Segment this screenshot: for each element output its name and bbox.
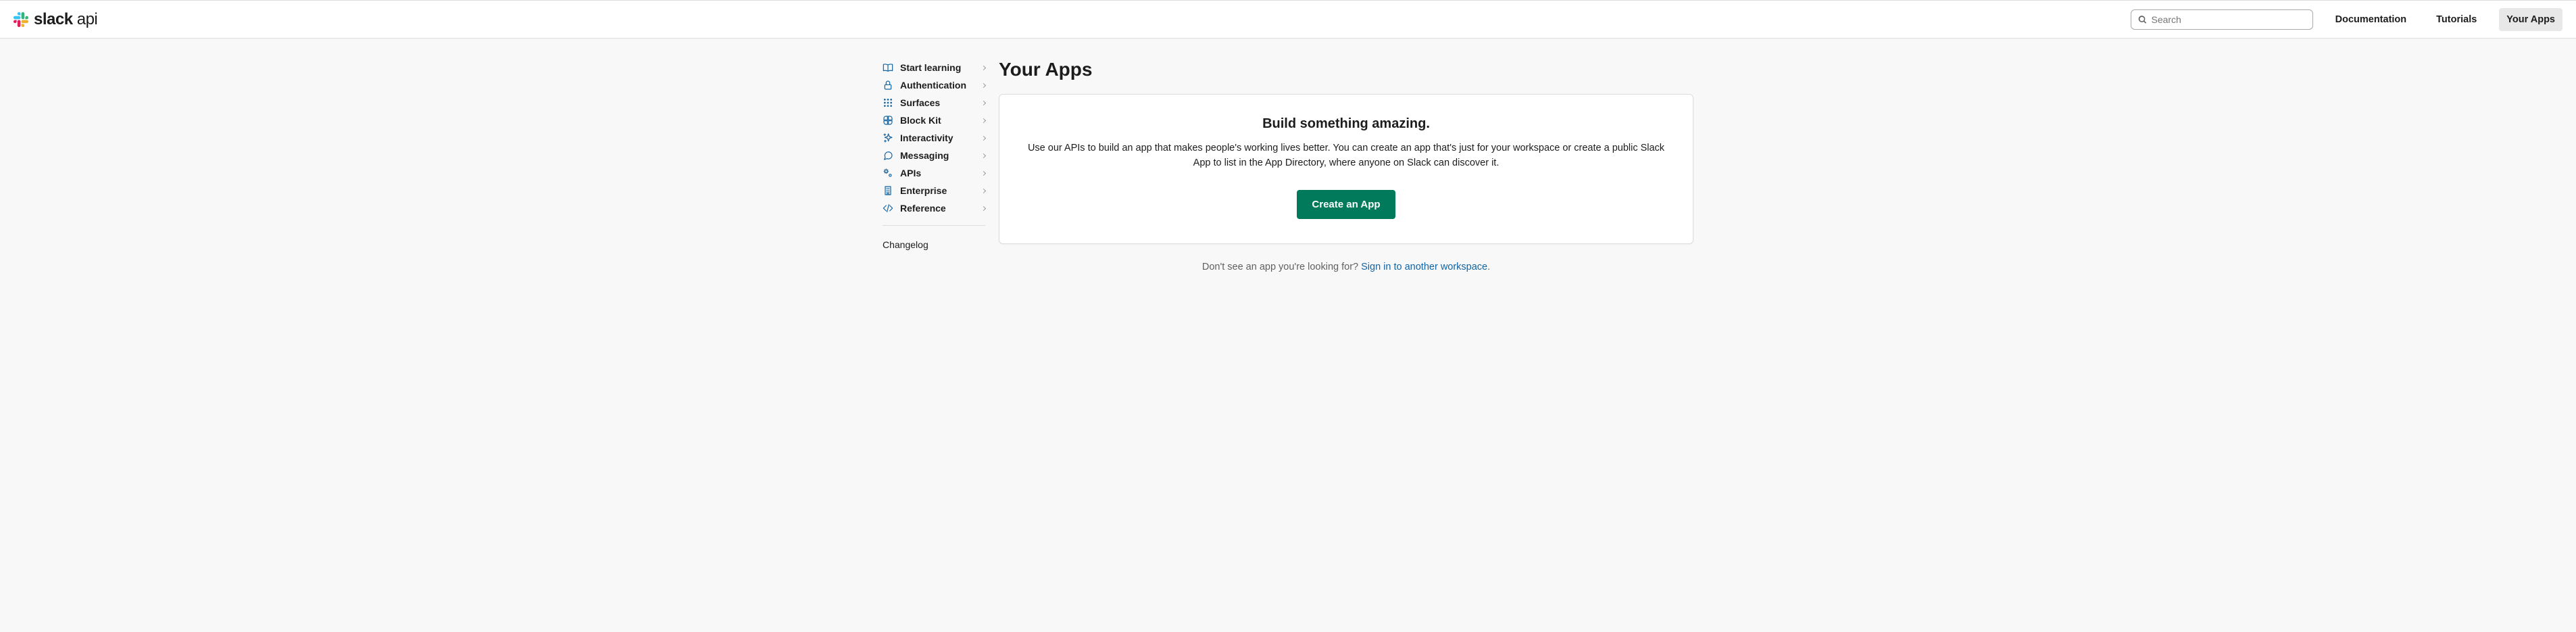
chevron-right-icon: [981, 188, 986, 193]
sidebar-item-label: APIs: [900, 168, 921, 178]
book-icon: [883, 62, 893, 73]
chevron-right-icon: [981, 153, 986, 157]
sidebar-item-messaging[interactable]: Messaging: [883, 147, 985, 164]
header: slack api Documentation Tutorials Your A…: [0, 1, 2576, 39]
card-description: Use our APIs to build an app that makes …: [1026, 141, 1666, 171]
chevron-right-icon: [981, 135, 986, 140]
sidebar-item-interactivity[interactable]: Interactivity: [883, 129, 985, 147]
chevron-right-icon: [981, 82, 986, 87]
grid-icon: [883, 97, 893, 108]
chevron-right-icon: [981, 65, 986, 70]
code-icon: [883, 203, 893, 214]
empty-state-card: Build something amazing. Use our APIs to…: [999, 94, 1693, 244]
lock-icon: [883, 80, 893, 91]
chevron-right-icon: [981, 170, 986, 175]
blocks-icon: [883, 115, 893, 126]
cogs-icon: [883, 168, 893, 178]
search-input[interactable]: [2151, 14, 2305, 25]
chat-icon: [883, 150, 893, 161]
sidebar-item-label: Interactivity: [900, 132, 953, 143]
sidebar-item-label: Messaging: [900, 150, 949, 161]
main-content: Your Apps Build something amazing. Use o…: [999, 59, 1693, 272]
sidebar-item-label: Start learning: [900, 62, 961, 73]
sidebar-item-label: Surfaces: [900, 97, 940, 108]
logo-text: slack api: [34, 10, 97, 29]
slack-api-logo[interactable]: slack api: [14, 10, 97, 29]
nav-your-apps[interactable]: Your Apps: [2499, 8, 2562, 31]
sidebar-item-enterprise[interactable]: Enterprise: [883, 182, 985, 199]
sidebar-item-apis[interactable]: APIs: [883, 164, 985, 182]
sidebar-changelog[interactable]: Changelog: [883, 239, 985, 250]
create-app-button[interactable]: Create an App: [1297, 190, 1395, 219]
sidebar-item-label: Enterprise: [900, 185, 947, 196]
sidebar-item-authentication[interactable]: Authentication: [883, 76, 985, 94]
slack-logo-icon: [14, 12, 28, 27]
sidebar-item-reference[interactable]: Reference: [883, 199, 985, 217]
card-heading: Build something amazing.: [1026, 116, 1666, 132]
page-title: Your Apps: [999, 59, 1693, 80]
sparkle-icon: [883, 132, 893, 143]
nav-tutorials[interactable]: Tutorials: [2429, 8, 2484, 31]
nav-documentation[interactable]: Documentation: [2328, 8, 2414, 31]
sidebar-item-label: Reference: [900, 203, 946, 214]
search-box[interactable]: [2131, 9, 2313, 30]
sidebar-item-start-learning[interactable]: Start learning: [883, 59, 985, 76]
sidebar-item-label: Block Kit: [900, 115, 941, 126]
sidebar-item-surfaces[interactable]: Surfaces: [883, 94, 985, 112]
chevron-right-icon: [981, 100, 986, 105]
sidebar-item-block-kit[interactable]: Block Kit: [883, 112, 985, 129]
sidebar: Start learning Authentication Surfaces B…: [883, 59, 985, 272]
sidebar-item-label: Authentication: [900, 80, 966, 91]
search-icon: [2138, 15, 2147, 24]
chevron-right-icon: [981, 205, 986, 210]
building-icon: [883, 185, 893, 196]
chevron-right-icon: [981, 118, 986, 122]
note-text: Don't see an app you're looking for?: [1202, 262, 1361, 272]
sign-in-another-workspace-link[interactable]: Sign in to another workspace: [1361, 262, 1487, 272]
below-card-note: Don't see an app you're looking for? Sig…: [999, 262, 1693, 272]
